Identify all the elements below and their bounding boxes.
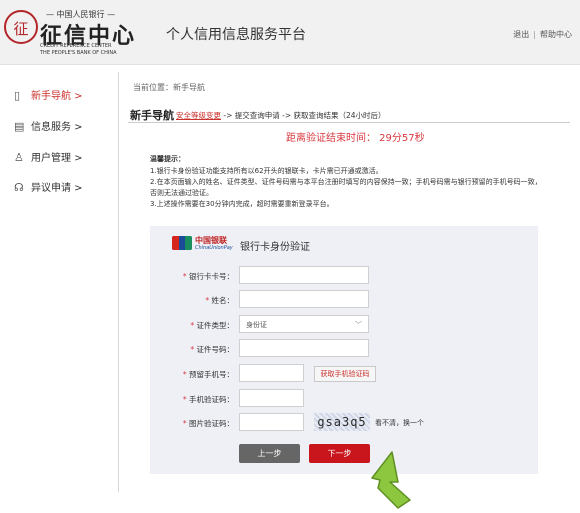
get-sms-code-button[interactable]: 获取手机验证码 <box>314 366 376 382</box>
captcha-refresh-link[interactable]: 看不清，换一个 <box>375 418 424 428</box>
id-number-input[interactable] <box>239 339 369 357</box>
name-input[interactable] <box>239 290 369 308</box>
name-label: * 姓名： <box>205 296 234 305</box>
sidebar-item-guide[interactable]: ▯ 新手导航 > <box>14 87 83 102</box>
id-type-select[interactable]: 身份证 ﹀ <box>239 315 369 333</box>
sidebar: ▯ 新手导航 > ▤ 信息服务 > ♙ 用户管理 > ☊ 异议申请 > <box>0 65 118 495</box>
card-number-input[interactable] <box>239 266 369 284</box>
countdown-timer: 距离验证结束时间： 29分57秒 <box>286 133 425 144</box>
top-links: 退出 | 帮助中心 <box>513 29 572 40</box>
sms-code-label: * 手机验证码： <box>182 395 234 404</box>
tips-line: 3.上述操作需要在30分钟内完成，超时需要重新登录平台。 <box>150 200 334 208</box>
pointer-arrow-icon <box>371 451 411 509</box>
phone-label: * 预留手机号： <box>182 370 234 379</box>
logo-emblem-icon: 征 <box>4 10 38 44</box>
id-type-value: 身份证 <box>246 321 267 329</box>
sidebar-item-label: 信息服务 > <box>31 122 83 133</box>
help-center-link[interactable]: 帮助中心 <box>540 30 572 39</box>
verification-panel: 中国银联 ChinaUnionPay 银行卡身份验证 * 银行卡卡号： * 姓名… <box>150 226 538 474</box>
logo-en-line-1: CREDIT REFERENCE CENTER <box>40 43 112 49</box>
headset-icon: ☊ <box>14 181 24 194</box>
unionpay-en-text: ChinaUnionPay <box>195 245 233 251</box>
tips-box: 温馨提示： 1.银行卡身份验证功能支持所有以62开头的银联卡，卡片需已开通或激活… <box>150 154 570 210</box>
id-number-label: * 证件号码： <box>190 345 234 354</box>
sidebar-item-user-management[interactable]: ♙ 用户管理 > <box>14 149 83 164</box>
sidebar-item-dispute[interactable]: ☊ 异议申请 > <box>14 179 83 194</box>
unionpay-logo-icon <box>172 236 192 250</box>
user-icon: ♙ <box>14 151 24 164</box>
captcha-input[interactable] <box>239 413 304 431</box>
captcha-image[interactable]: gsa3q5 <box>314 413 370 431</box>
sidebar-item-info-service[interactable]: ▤ 信息服务 > <box>14 118 83 133</box>
sidebar-item-label: 用户管理 > <box>31 153 83 164</box>
card-number-label: * 银行卡卡号： <box>182 272 234 281</box>
tips-heading: 温馨提示： <box>150 155 185 163</box>
link-separator: | <box>533 30 536 39</box>
book-icon: ▯ <box>14 89 21 102</box>
sidebar-item-label: 异议申请 > <box>31 183 83 194</box>
logout-link[interactable]: 退出 <box>513 30 529 39</box>
chevron-down-icon: ﹀ <box>355 321 362 329</box>
captcha-label: * 图片验证码： <box>182 419 234 428</box>
sidebar-divider <box>118 72 119 492</box>
sidebar-item-label: 新手导航 > <box>31 91 83 102</box>
panel-title: 银行卡身份验证 <box>240 242 310 253</box>
tips-line: 1.银行卡身份验证功能支持所有以62开头的银联卡，卡片需已开通或激活。 <box>150 167 383 175</box>
section-title: 新手导航 <box>130 109 174 122</box>
phone-input[interactable] <box>239 364 304 382</box>
tips-line: 否则无法通过验证。 <box>150 189 213 197</box>
prev-button[interactable]: 上一步 <box>239 444 300 463</box>
step-rest: -> 提交查询申请 -> 获取查询结果（24小时后） <box>221 111 386 120</box>
sms-code-input[interactable] <box>239 389 304 407</box>
id-type-label: * 证件类型： <box>190 321 234 330</box>
tips-line: 2.在本页面输入的姓名、证件类型、证件号码需与本平台注册时填写的内容保持一致；手… <box>150 178 542 186</box>
breadcrumb: 当前位置：新手导航 <box>133 83 205 92</box>
platform-title: 个人信用信息服务平台 <box>166 27 306 43</box>
logo-en-line-2: THE PEOPLE'S BANK OF CHINA <box>40 50 117 56</box>
step-current-link[interactable]: 安全等级变更 <box>176 111 221 120</box>
title-divider <box>128 122 570 123</box>
header: 征 — 中国人民银行 — 征信中心 CREDIT REFERENCE CENTE… <box>0 0 580 65</box>
step-progress: 安全等级变更 -> 提交查询申请 -> 获取查询结果（24小时后） <box>176 110 386 121</box>
document-icon: ▤ <box>14 120 25 133</box>
